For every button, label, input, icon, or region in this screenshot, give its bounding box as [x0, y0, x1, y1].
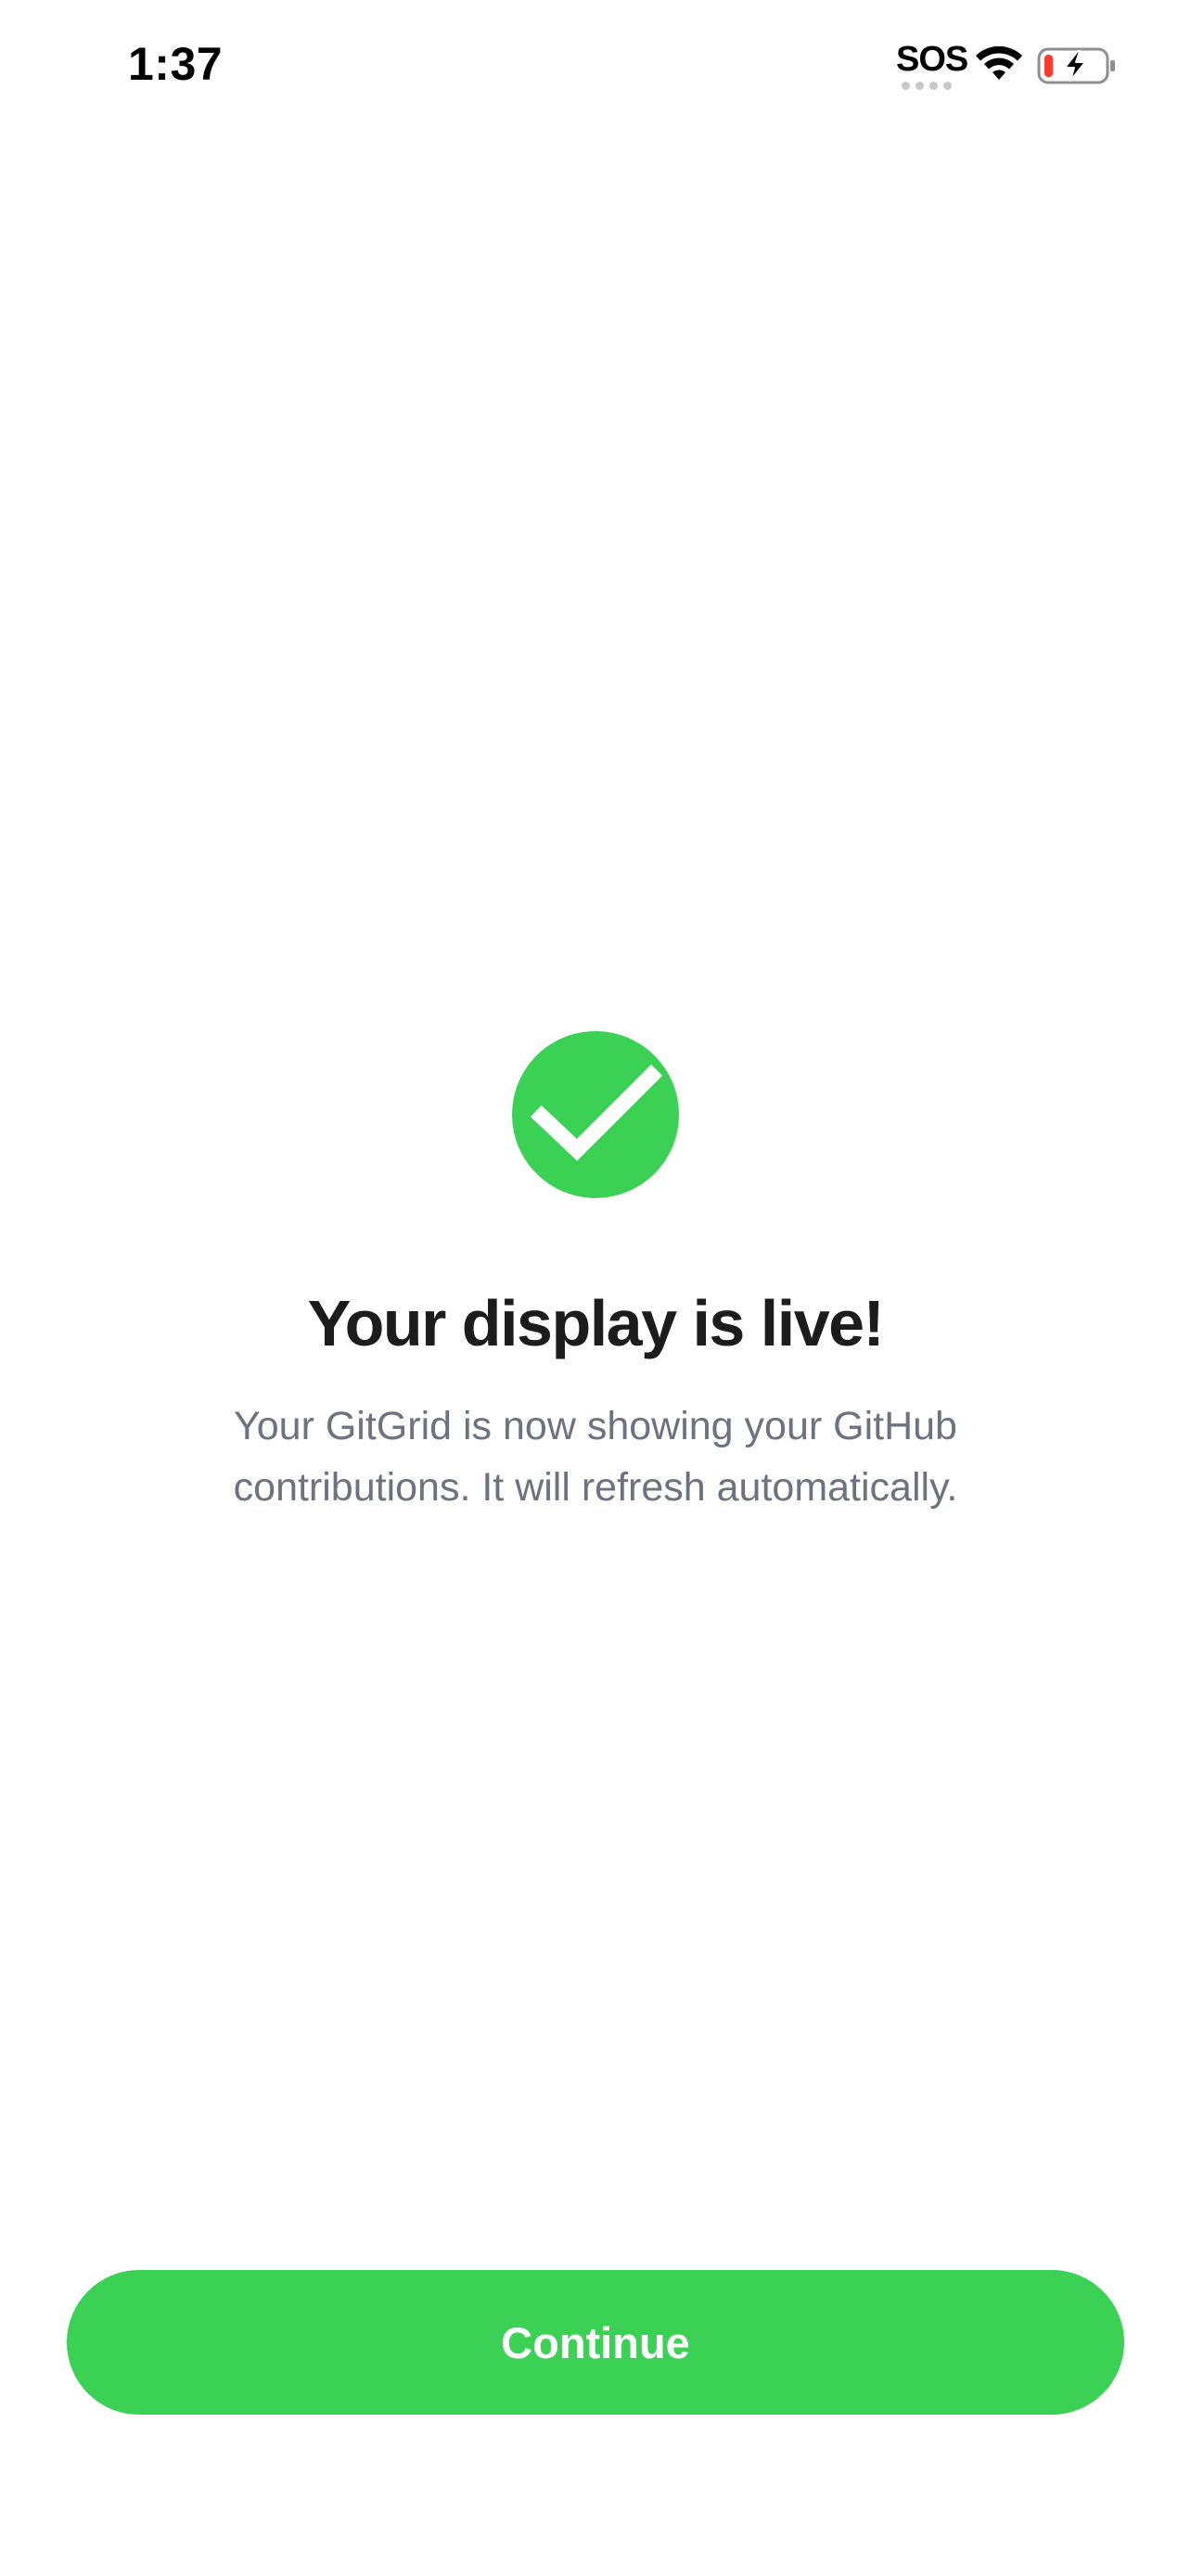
sos-label: SOS — [896, 40, 968, 79]
wifi-icon — [976, 46, 1022, 80]
success-screen: 1:37 SOS Your display is live! Your GitG… — [0, 0, 1191, 2576]
continue-button[interactable]: Continue — [67, 2270, 1124, 2415]
checkmark-circle-icon — [512, 1031, 679, 1198]
subtitle-line-2: contributions. It will refresh automatic… — [233, 1465, 958, 1510]
status-time: 1:37 — [128, 38, 224, 90]
battery-charging-icon — [1037, 47, 1115, 84]
sos-indicator: SOS — [896, 40, 968, 93]
signal-dots — [902, 82, 952, 90]
page-subtitle: Your GitGrid is now showing your GitHub … — [132, 1396, 1059, 1518]
page-title: Your display is live! — [307, 1287, 885, 1359]
status-bar: 1:37 SOS — [0, 0, 1191, 130]
subtitle-line-1: Your GitGrid is now showing your GitHub — [234, 1404, 957, 1448]
